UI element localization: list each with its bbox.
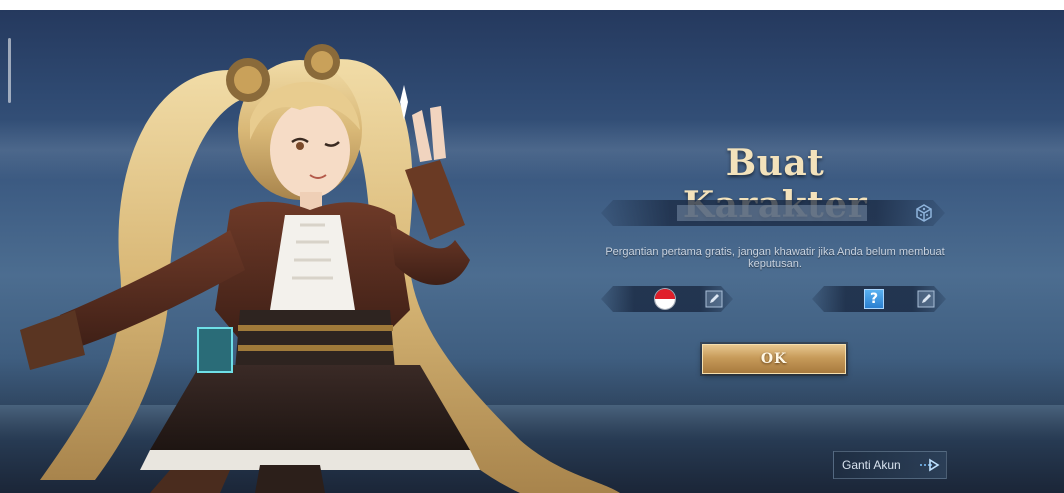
switch-account-label: Ganti Akun (842, 458, 901, 472)
region-selector[interactable] (601, 286, 733, 312)
character-name-field (601, 200, 945, 226)
avatar-placeholder-icon: ? (864, 289, 884, 309)
character-name-input[interactable] (677, 205, 867, 221)
game-screen: Buat Karakter Pergantian pertama gratis,… (0, 10, 1064, 493)
switch-account-button[interactable]: Ganti Akun (833, 451, 947, 479)
random-dice-icon[interactable] (914, 203, 934, 223)
edit-avatar-icon[interactable] (917, 290, 935, 308)
indonesia-flag-icon (655, 289, 675, 309)
hint-text: Pergantian pertama gratis, jangan khawat… (605, 246, 945, 270)
edit-region-icon[interactable] (705, 290, 723, 308)
ok-button[interactable]: OK (702, 344, 846, 374)
avatar-selector[interactable]: ? (812, 286, 946, 312)
switch-arrow-icon (920, 458, 940, 472)
hero-character-illustration (20, 44, 620, 493)
